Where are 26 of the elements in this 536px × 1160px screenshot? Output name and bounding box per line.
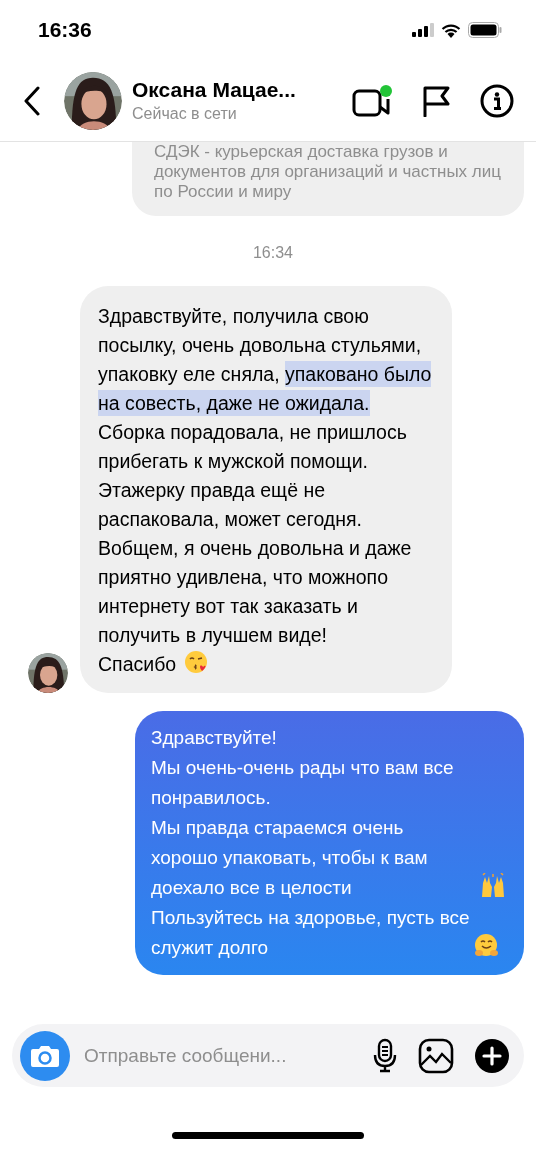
online-status: Сейчас в сети (132, 105, 238, 123)
info-button[interactable] (480, 83, 514, 118)
add-button[interactable] (474, 1037, 510, 1074)
video-call-button[interactable] (352, 84, 392, 117)
message-time: 16:34 (252, 244, 293, 262)
camera-icon (30, 1043, 60, 1068)
contact-name[interactable]: Оксана Мацае... (132, 78, 352, 102)
message-text: Здравствуйте! (151, 726, 278, 750)
back-button[interactable] (22, 85, 42, 116)
message-text: СДЭК - курьерская доставка грузов и документов для организаций и частных лиц по России и миру (154, 142, 502, 202)
microphone-button[interactable] (372, 1037, 398, 1074)
message-text: Пользуйтесь на здоровье, пусть все служит долго (151, 906, 471, 960)
camera-button[interactable] (20, 1030, 70, 1081)
wifi-icon (441, 22, 461, 38)
message-text: Мы правда стараемся очень хорошо упаковать, чтобы к вам доехало все в целости (151, 816, 429, 900)
clock-time: 16:36 (38, 18, 92, 42)
gallery-button[interactable] (418, 1037, 454, 1074)
message-text: Мы очень-очень рады что вам все понравилось. (151, 756, 455, 810)
flag-button[interactable] (422, 84, 450, 117)
hugging-emoji-icon (474, 933, 500, 959)
message-text: Вобщем, я очень довольна и даже приятно удивлена, что можнопо интернету вот так заказать и получить в лучшем виде! (98, 536, 413, 648)
message-text: Здравствуйте, получила свою посылку, очень довольна стульями, упаковку еле сняла, упаковано было на совесть, даже не ожидала. Сборка порадовала, не пришлось прибегать к мужской помощи. Этажерку правда ещё не распаковала, может сегодня. (98, 304, 432, 532)
signal-icon (412, 23, 434, 37)
raised-hands-icon (480, 873, 506, 899)
message-text: Спасибо (98, 652, 177, 677)
battery-icon (468, 22, 502, 38)
